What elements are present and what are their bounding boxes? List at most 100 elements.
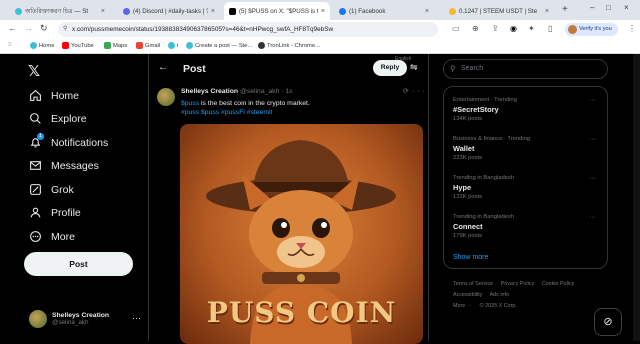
bookmark-label: Home xyxy=(39,42,55,49)
cashtag-link[interactable]: $puss xyxy=(181,100,199,107)
maximize-icon[interactable]: □ xyxy=(606,3,611,12)
close-window-icon[interactable]: × xyxy=(624,3,629,12)
share-icon[interactable]: ⇪ xyxy=(492,24,499,33)
nav-item-home[interactable]: Home xyxy=(29,89,79,102)
nav-label: Home xyxy=(51,89,80,102)
account-name: Shelleys Creation xyxy=(52,312,110,319)
browser-tab-2[interactable]: (4) Discord | #daily-tasks | ? × xyxy=(118,2,220,20)
youtube-icon xyxy=(62,42,69,49)
search-placeholder: Search xyxy=(461,65,484,72)
more-horizontal-icon[interactable]: ··· xyxy=(589,214,596,221)
gmail-icon xyxy=(136,42,143,49)
apps-icon[interactable]: ⁝⁝ xyxy=(8,42,12,48)
scrollbar[interactable] xyxy=(633,54,640,341)
bookmark-tronlink[interactable]: TronLink - Chrome... xyxy=(258,42,320,49)
left-navigation: 𝕏 Home Explore 1 Notifications Messages … xyxy=(0,54,148,341)
bookmark-create-post[interactable]: Create a post — Ste... xyxy=(186,42,252,49)
trend-post-count: 132K posts xyxy=(453,194,483,200)
close-icon[interactable]: × xyxy=(321,8,325,15)
extensions-puzzle-icon[interactable]: ✦ xyxy=(528,24,535,33)
close-icon[interactable]: × xyxy=(101,8,105,15)
avatar xyxy=(29,310,47,328)
trend-item[interactable]: Trending in Bangladesh Connect 179K post… xyxy=(453,214,596,239)
bookmarks-bar: ⁝⁝ Home YouTube Maps Gmail i Create a po… xyxy=(0,39,640,54)
author-handle[interactable]: @selina_akh · 1s xyxy=(240,88,293,95)
trend-title: Wallet xyxy=(453,144,475,153)
trend-category: Trending in Bangladesh xyxy=(453,175,515,181)
address-bar-row: ← → ↻ ⚲ x.com/pussmemecoin/status/193883… xyxy=(0,20,640,39)
browser-tab-1[interactable]: অতিরিক্তাকরণ চিত্র — St × xyxy=(10,2,110,20)
browser-menu-icon[interactable]: ⋮ xyxy=(628,24,636,33)
bookmark-favicon-icon xyxy=(168,42,175,49)
bookmark-i[interactable]: i xyxy=(168,42,178,49)
account-switcher[interactable]: Shelleys Creation @selina_akh ··· xyxy=(29,310,141,328)
footer-link[interactable]: Accessibility xyxy=(453,292,482,298)
tweet-image[interactable]: PUSS COIN xyxy=(180,124,423,344)
author-avatar[interactable] xyxy=(157,88,175,106)
extension-icon[interactable]: ◉ xyxy=(510,24,517,33)
sidebar-icon[interactable]: ▯ xyxy=(548,24,552,33)
grok-and-more-icons[interactable]: ⟳··· xyxy=(403,87,428,95)
back-arrow-icon[interactable]: ← xyxy=(8,23,17,33)
tab-label: 0.1247 | STEEM USDT | Ste xyxy=(459,7,538,15)
url-field[interactable]: ⚲ x.com/pussmemecoin/status/193883834906… xyxy=(58,22,438,37)
tweet-text: $puss is the best coin in the crypto mar… xyxy=(181,99,421,117)
trend-post-count: 134K posts xyxy=(453,116,483,122)
grok-floating-button[interactable]: ⊘ xyxy=(594,308,622,336)
close-icon[interactable]: × xyxy=(211,8,215,15)
minimize-icon[interactable]: – xyxy=(590,3,594,12)
bookmark-maps[interactable]: Maps xyxy=(104,42,127,49)
zoom-icon[interactable]: ⊕ xyxy=(472,24,479,33)
bookmark-home[interactable]: Home xyxy=(30,42,54,49)
tab-favicon-icon xyxy=(339,7,346,15)
nav-item-messages[interactable]: Messages xyxy=(29,159,99,172)
person-icon xyxy=(29,206,42,219)
bookmark-label: YouTube xyxy=(71,42,94,49)
bookmark-youtube[interactable]: YouTube xyxy=(62,42,94,49)
footer-link[interactable]: Cookie Policy xyxy=(542,281,575,287)
browser-tab-5[interactable]: 0.1247 | STEEM USDT | Ste × xyxy=(444,2,554,20)
footer-link[interactable]: Privacy Policy xyxy=(501,281,535,287)
close-icon[interactable]: × xyxy=(545,8,549,15)
footer-link[interactable]: More ··· xyxy=(453,303,472,309)
forward-arrow-icon[interactable]: → xyxy=(24,23,33,33)
trend-item[interactable]: Business & finance · Trending Wallet 223… xyxy=(453,136,596,161)
footer-link[interactable]: Terms of Service xyxy=(453,281,493,287)
more-horizontal-icon[interactable]: ··· xyxy=(589,97,596,104)
close-icon[interactable]: × xyxy=(425,8,429,15)
site-info-icon[interactable]: ⚲ xyxy=(63,22,67,37)
show-more-link[interactable]: Show more xyxy=(453,254,488,261)
cast-icon[interactable]: ▭ xyxy=(452,24,460,33)
footer-link[interactable]: Ads info xyxy=(490,292,509,298)
verify-profile-button[interactable]: Verify it's you xyxy=(565,23,618,36)
tab-favicon-icon xyxy=(123,7,130,15)
more-horizontal-icon[interactable]: ··· xyxy=(589,175,596,182)
x-logo-icon[interactable]: 𝕏 xyxy=(28,62,40,80)
hashtag-links[interactable]: #puss $puss #pussFi #steemit xyxy=(181,109,272,116)
reply-button[interactable]: Reply xyxy=(373,60,407,76)
nav-item-explore[interactable]: Explore xyxy=(29,112,87,125)
nav-item-profile[interactable]: Profile xyxy=(29,206,81,219)
more-horizontal-icon[interactable]: ··· xyxy=(589,136,596,143)
nav-item-grok[interactable]: Grok xyxy=(29,183,74,196)
steemit-icon xyxy=(186,42,193,49)
more-horizontal-icon[interactable]: ··· xyxy=(132,313,141,323)
tab-favicon-icon xyxy=(229,7,236,15)
nav-item-more[interactable]: More xyxy=(29,230,75,243)
search-input[interactable]: ⚲ Search xyxy=(443,59,608,79)
author-name[interactable]: Shelleys Creation xyxy=(181,88,238,95)
trend-item[interactable]: Entertainment · Trending #SecretStory 13… xyxy=(453,97,596,122)
browser-tab-3-active[interactable]: (5) $PUSS on X: "$PUSS is th × xyxy=(224,2,330,20)
bookmark-gmail[interactable]: Gmail xyxy=(136,42,160,49)
browser-tab-4[interactable]: (1) Facebook × xyxy=(334,2,434,20)
trend-item[interactable]: Trending in Bangladesh Hype 132K posts ·… xyxy=(453,175,596,200)
nav-item-notifications[interactable]: 1 Notifications xyxy=(29,133,108,149)
post-button[interactable]: Post xyxy=(24,252,133,276)
notification-badge: 1 xyxy=(37,133,44,140)
reload-icon[interactable]: ↻ xyxy=(40,23,48,34)
trend-post-count: 179K posts xyxy=(453,233,483,239)
tab-label: (1) Facebook xyxy=(349,7,386,15)
settings-sliders-icon[interactable]: ⇋ xyxy=(410,62,418,73)
back-arrow-icon[interactable]: ← xyxy=(158,62,168,73)
new-tab-button[interactable]: + xyxy=(562,4,568,15)
